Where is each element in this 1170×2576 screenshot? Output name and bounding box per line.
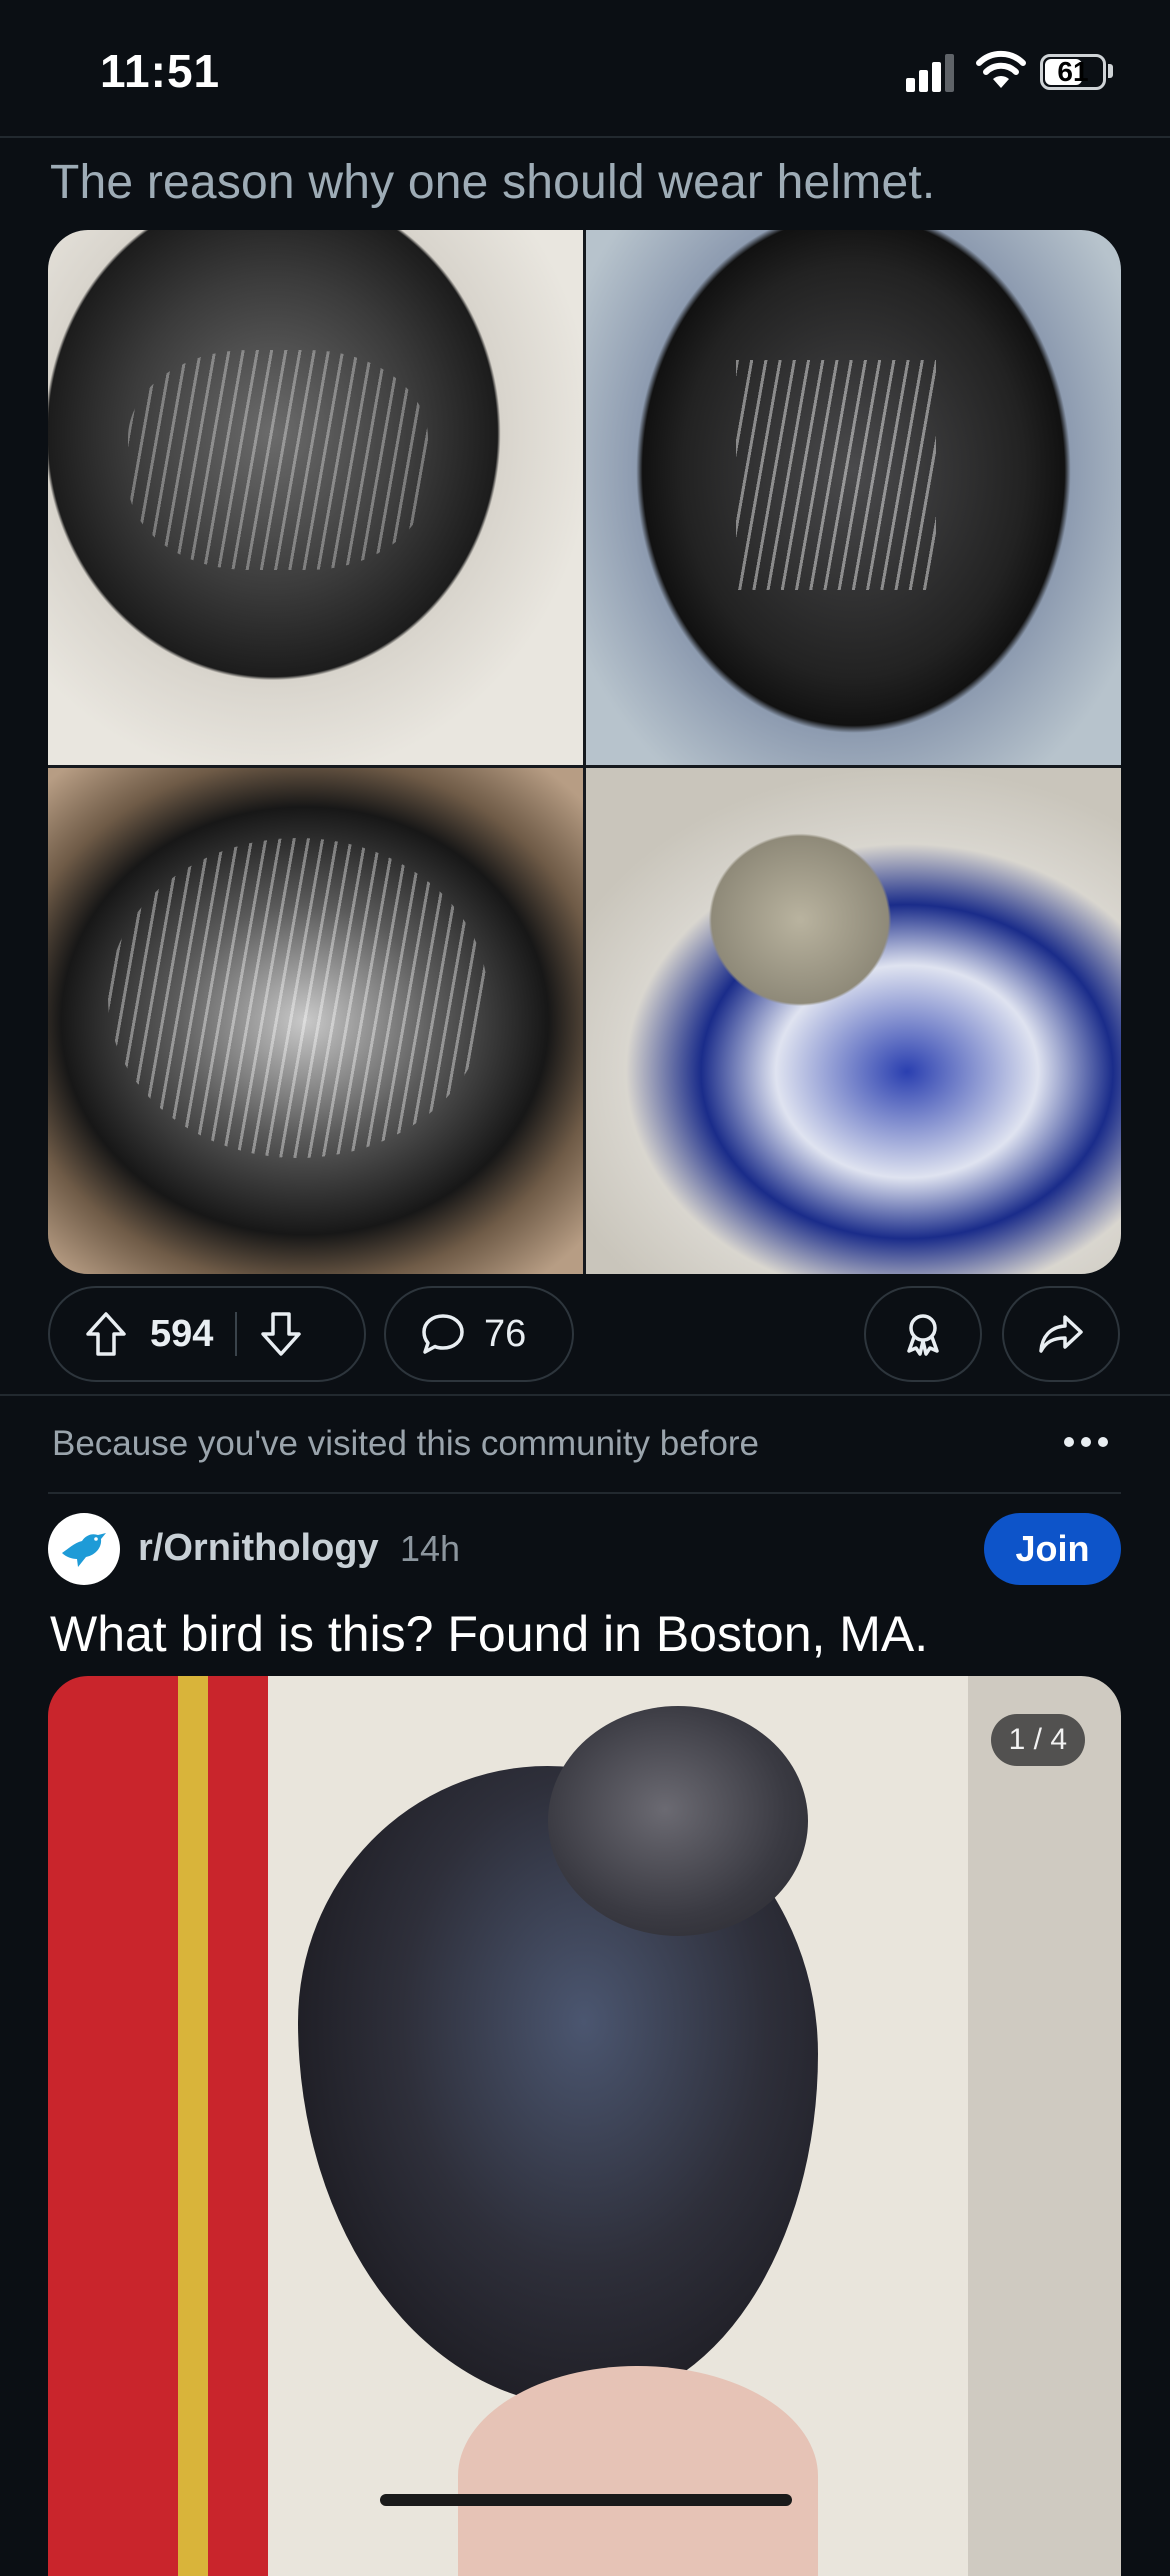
subreddit-avatar[interactable] bbox=[48, 1513, 120, 1585]
header-divider bbox=[0, 136, 1170, 138]
more-icon[interactable] bbox=[1064, 1430, 1108, 1454]
post-title-2[interactable]: What bird is this? Found in Boston, MA. bbox=[50, 1605, 928, 1663]
bird-logo-icon bbox=[62, 1533, 106, 1567]
post-age: 14h bbox=[400, 1528, 461, 1569]
comment-icon bbox=[420, 1312, 466, 1356]
downvote-icon[interactable] bbox=[259, 1311, 303, 1357]
bird-head bbox=[548, 1706, 808, 1936]
hand bbox=[458, 2366, 818, 2576]
battery-level: 61 bbox=[1057, 56, 1089, 87]
image-counter: 1 / 4 bbox=[990, 1714, 1085, 1766]
upvote-count: 594 bbox=[150, 1312, 214, 1355]
helmet-photo-2 bbox=[586, 230, 1121, 765]
subreddit-name[interactable]: r/Ornithology bbox=[138, 1527, 379, 1570]
post-image-gallery[interactable] bbox=[48, 230, 1121, 1274]
share-button[interactable] bbox=[1002, 1286, 1120, 1382]
battery-icon: 61 bbox=[1040, 54, 1106, 90]
upvote-icon[interactable] bbox=[84, 1311, 128, 1357]
award-button[interactable] bbox=[864, 1286, 982, 1382]
helmet-photo-4 bbox=[586, 768, 1121, 1274]
comment-count: 76 bbox=[484, 1312, 527, 1355]
status-time: 11:51 bbox=[100, 45, 221, 97]
post-divider bbox=[0, 1394, 1170, 1396]
battery-nub bbox=[1108, 64, 1113, 78]
post-image-bird[interactable]: 1 / 4 bbox=[48, 1676, 1121, 2576]
helmet-photo-3 bbox=[48, 768, 583, 1274]
home-indicator[interactable] bbox=[380, 2494, 792, 2506]
comments-button[interactable]: 76 bbox=[384, 1286, 574, 1382]
post-title[interactable]: The reason why one should wear helmet. bbox=[50, 155, 935, 210]
vote-control: 594 bbox=[48, 1286, 366, 1382]
helmet-photo-1 bbox=[48, 230, 583, 765]
signal-icon bbox=[906, 52, 958, 92]
status-bar: 11:51 61 bbox=[0, 0, 1170, 136]
wifi-icon bbox=[976, 50, 1026, 95]
vote-separator bbox=[235, 1312, 238, 1356]
join-button[interactable]: Join bbox=[984, 1513, 1121, 1585]
award-icon bbox=[901, 1311, 945, 1357]
share-icon bbox=[1037, 1312, 1085, 1356]
recommendation-label: Because you've visited this community be… bbox=[52, 1424, 760, 1463]
recommendation-divider bbox=[48, 1492, 1121, 1494]
